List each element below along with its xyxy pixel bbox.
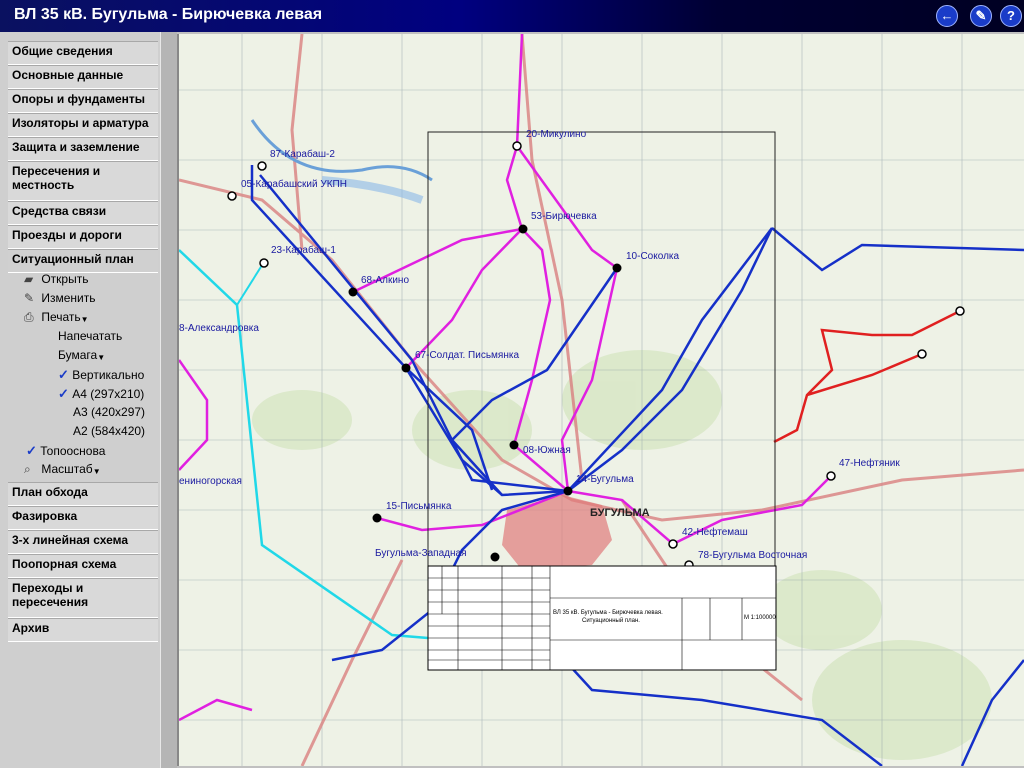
scale-item[interactable]: ⌕ Масштаб▼ — [24, 462, 101, 476]
menu-crossings[interactable]: Пересечения и местность — [8, 161, 158, 201]
label-karabash1: 23-Карабаш-1 — [271, 244, 336, 256]
edit-label: Изменить — [41, 291, 96, 305]
menu-situational-plan[interactable]: Ситуационный план — [8, 249, 158, 273]
help-button[interactable]: ? — [1000, 5, 1022, 27]
sidebar-gutter — [160, 32, 177, 768]
paper-a4-item[interactable]: ✓ А4 (297x210) — [58, 386, 144, 402]
window-title: ВЛ 35 кВ. Бугульма - Бирючевка левая — [14, 6, 323, 23]
menu-general[interactable]: Общие сведения — [8, 41, 158, 65]
topobase-label: Топооснова — [40, 444, 106, 458]
label-karabash-ukpn: 05-Карабашский УКПН — [241, 178, 347, 190]
label-pismyanka: 15-Письмянка — [386, 501, 452, 512]
label-alkino: 68-Алкино — [361, 275, 409, 286]
chevron-down-icon: ▼ — [97, 353, 106, 362]
label-yuzhnaya: 08-Южная — [523, 445, 571, 456]
menu-transitions[interactable]: Переходы и пересечения — [8, 578, 158, 618]
title-block: ВЛ 35 кВ. Бугульма - Бирючевка левая. Си… — [427, 565, 777, 671]
label-biryuchevka: 53-Бирючевка — [531, 211, 597, 222]
menu-3line-scheme[interactable]: 3-х линейная схема — [8, 530, 158, 554]
title-bar: ВЛ 35 кВ. Бугульма - Бирючевка левая ← ✎… — [0, 0, 1024, 32]
print-item[interactable]: ⎙ Печать▼ — [24, 310, 89, 324]
label-bugulma: 14-Бугульма — [576, 474, 634, 485]
menu-comms[interactable]: Средства связи — [8, 201, 158, 225]
back-button[interactable]: ← — [936, 5, 958, 27]
menu-supports[interactable]: Опоры и фундаменты — [8, 89, 158, 113]
menu-archive[interactable]: Архив — [8, 618, 158, 642]
check-icon: ✓ — [58, 367, 69, 382]
menu-patrol-plan[interactable]: План обхода — [8, 482, 158, 506]
edit-item[interactable]: ✎ Изменить — [24, 291, 95, 305]
stamp-title-line1: ВЛ 35 кВ. Бугульма - Бирючевка левая. — [553, 610, 663, 616]
label-bugulma-vostochnaya: 78-Бугульма Восточная — [698, 550, 807, 561]
sidebar: Общие сведения Основные данные Опоры и ф… — [0, 32, 177, 768]
label-leninogorskaya: ениногорская — [179, 476, 242, 487]
menu-per-support-scheme[interactable]: Поопорная схема — [8, 554, 158, 578]
label-bugulma-zapadnaya: Бугульма-Западная — [375, 548, 467, 559]
menu-protection[interactable]: Защита и заземление — [8, 137, 158, 161]
chevron-down-icon: ▼ — [80, 315, 89, 324]
menu-main-data[interactable]: Основные данные — [8, 65, 158, 89]
paper-a2-item[interactable]: А2 (584x420) — [73, 424, 145, 438]
menu-phasing[interactable]: Фазировка — [8, 506, 158, 530]
menu-roads[interactable]: Проезды и дороги — [8, 225, 158, 249]
printer-icon: ⎙ — [24, 310, 34, 324]
stamp-title-line2: Ситуационный план. — [582, 617, 640, 624]
print-label: Печать — [41, 310, 81, 324]
label-mikulino: 20-Микулино — [526, 129, 587, 140]
edit-icon: ✎ — [24, 291, 35, 305]
label-soldat: 67-Солдат. Письмянка — [415, 350, 519, 361]
label-neftyanik: 47-Нефтяник — [839, 457, 900, 469]
label-karabash2: 87-Карабаш-2 — [270, 148, 335, 160]
paper-label: Бумага — [58, 348, 98, 362]
print-now-item[interactable]: Напечатать — [58, 329, 122, 343]
folder-icon: ▰ — [24, 272, 34, 286]
chevron-down-icon: ▼ — [92, 467, 101, 476]
scale-label: Масштаб — [41, 462, 93, 476]
label-sokolka: 10-Соколка — [626, 251, 679, 262]
label-aleksandrovka: 8-Александровка — [179, 323, 259, 334]
scale-icon: ⌕ — [24, 462, 31, 476]
stamp-scale: М 1:100000 — [744, 615, 776, 621]
edit-icon[interactable]: ✎ — [970, 5, 992, 27]
map-canvas: 20-Микулино 87-Карабаш-2 05-Карабашский … — [179, 34, 1024, 766]
menu-insulators[interactable]: Изоляторы и арматура — [8, 113, 158, 137]
paper-a3-item[interactable]: А3 (420x297) — [73, 405, 145, 419]
paper-item[interactable]: Бумага▼ — [58, 348, 105, 362]
check-icon: ✓ — [26, 443, 37, 458]
a4-label: А4 (297x210) — [72, 387, 145, 401]
label-town: БУГУЛЬМА — [590, 507, 650, 519]
open-item[interactable]: ▰ Открыть — [24, 272, 88, 286]
vertical-label: Вертикально — [72, 368, 145, 382]
check-icon: ✓ — [58, 386, 69, 401]
open-label: Открыть — [41, 272, 89, 286]
situational-map[interactable]: 20-Микулино 87-Карабаш-2 05-Карабашский … — [177, 34, 1024, 766]
label-neftemash: 42-Нефтемаш — [682, 526, 748, 538]
vertical-item[interactable]: ✓ Вертикально — [58, 367, 144, 383]
topobase-item[interactable]: ✓ Топооснова — [26, 443, 105, 459]
